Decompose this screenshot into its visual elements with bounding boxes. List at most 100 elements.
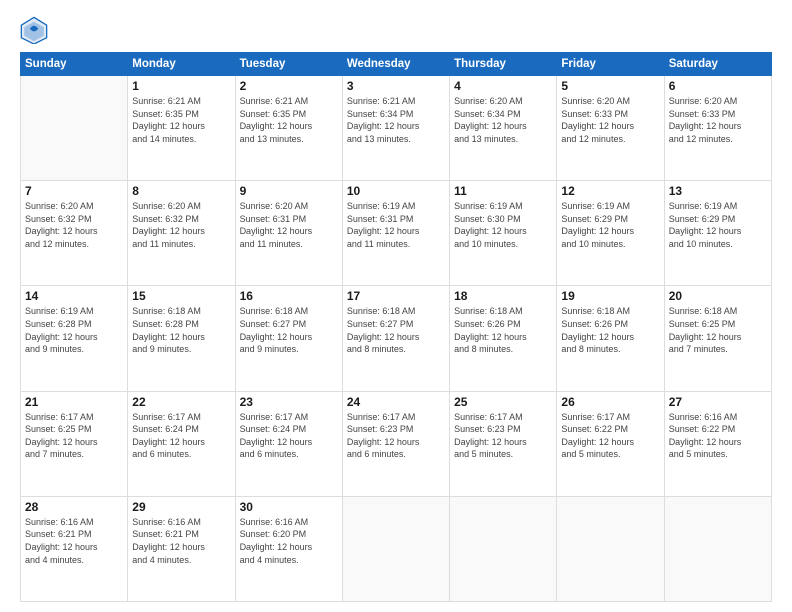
day-info: Sunrise: 6:20 AMSunset: 6:32 PMDaylight:… bbox=[25, 200, 123, 250]
day-number: 17 bbox=[347, 289, 445, 303]
day-number: 14 bbox=[25, 289, 123, 303]
calendar-cell: 12 Sunrise: 6:19 AMSunset: 6:29 PMDayligh… bbox=[557, 181, 664, 286]
calendar-cell: 22 Sunrise: 6:17 AMSunset: 6:24 PMDayligh… bbox=[128, 391, 235, 496]
day-number: 12 bbox=[561, 184, 659, 198]
day-number: 24 bbox=[347, 395, 445, 409]
day-info: Sunrise: 6:17 AMSunset: 6:22 PMDaylight:… bbox=[561, 411, 659, 461]
calendar-cell: 3 Sunrise: 6:21 AMSunset: 6:34 PMDaylight… bbox=[342, 76, 449, 181]
day-info: Sunrise: 6:18 AMSunset: 6:26 PMDaylight:… bbox=[454, 305, 552, 355]
day-info: Sunrise: 6:20 AMSunset: 6:31 PMDaylight:… bbox=[240, 200, 338, 250]
calendar-cell: 11 Sunrise: 6:19 AMSunset: 6:30 PMDayligh… bbox=[450, 181, 557, 286]
day-info: Sunrise: 6:19 AMSunset: 6:29 PMDaylight:… bbox=[561, 200, 659, 250]
day-number: 7 bbox=[25, 184, 123, 198]
day-info: Sunrise: 6:17 AMSunset: 6:24 PMDaylight:… bbox=[240, 411, 338, 461]
day-number: 18 bbox=[454, 289, 552, 303]
weekday-friday: Friday bbox=[557, 53, 664, 76]
day-number: 25 bbox=[454, 395, 552, 409]
weekday-monday: Monday bbox=[128, 53, 235, 76]
day-info: Sunrise: 6:17 AMSunset: 6:25 PMDaylight:… bbox=[25, 411, 123, 461]
logo bbox=[20, 16, 52, 44]
day-number: 3 bbox=[347, 79, 445, 93]
day-number: 5 bbox=[561, 79, 659, 93]
calendar-cell: 27 Sunrise: 6:16 AMSunset: 6:22 PMDayligh… bbox=[664, 391, 771, 496]
calendar-cell: 16 Sunrise: 6:18 AMSunset: 6:27 PMDayligh… bbox=[235, 286, 342, 391]
day-number: 15 bbox=[132, 289, 230, 303]
day-info: Sunrise: 6:19 AMSunset: 6:30 PMDaylight:… bbox=[454, 200, 552, 250]
calendar-cell: 6 Sunrise: 6:20 AMSunset: 6:33 PMDaylight… bbox=[664, 76, 771, 181]
calendar-cell: 17 Sunrise: 6:18 AMSunset: 6:27 PMDayligh… bbox=[342, 286, 449, 391]
day-number: 13 bbox=[669, 184, 767, 198]
day-info: Sunrise: 6:18 AMSunset: 6:27 PMDaylight:… bbox=[347, 305, 445, 355]
day-number: 27 bbox=[669, 395, 767, 409]
calendar-table: SundayMondayTuesdayWednesdayThursdayFrid… bbox=[20, 52, 772, 602]
day-number: 26 bbox=[561, 395, 659, 409]
day-info: Sunrise: 6:19 AMSunset: 6:31 PMDaylight:… bbox=[347, 200, 445, 250]
calendar-cell bbox=[342, 496, 449, 601]
calendar-cell: 9Sunrise: 6:20 AMSunset: 6:31 PMDaylight… bbox=[235, 181, 342, 286]
calendar-cell: 1 Sunrise: 6:21 AMSunset: 6:35 PMDaylight… bbox=[128, 76, 235, 181]
day-info: Sunrise: 6:20 AMSunset: 6:34 PMDaylight:… bbox=[454, 95, 552, 145]
day-number: 1 bbox=[132, 79, 230, 93]
calendar-cell: 4 Sunrise: 6:20 AMSunset: 6:34 PMDaylight… bbox=[450, 76, 557, 181]
day-info: Sunrise: 6:18 AMSunset: 6:25 PMDaylight:… bbox=[669, 305, 767, 355]
day-number: 21 bbox=[25, 395, 123, 409]
weekday-wednesday: Wednesday bbox=[342, 53, 449, 76]
day-number: 20 bbox=[669, 289, 767, 303]
day-number: 16 bbox=[240, 289, 338, 303]
week-row-1: 1 Sunrise: 6:21 AMSunset: 6:35 PMDaylight… bbox=[21, 76, 772, 181]
calendar-cell: 25 Sunrise: 6:17 AMSunset: 6:23 PMDayligh… bbox=[450, 391, 557, 496]
calendar-cell: 13 Sunrise: 6:19 AMSunset: 6:29 PMDayligh… bbox=[664, 181, 771, 286]
day-number: 6 bbox=[669, 79, 767, 93]
logo-icon bbox=[20, 16, 48, 44]
day-info: Sunrise: 6:21 AMSunset: 6:35 PMDaylight:… bbox=[132, 95, 230, 145]
week-row-3: 14Sunrise: 6:19 AMSunset: 6:28 PMDayligh… bbox=[21, 286, 772, 391]
calendar-cell: 8Sunrise: 6:20 AMSunset: 6:32 PMDaylight… bbox=[128, 181, 235, 286]
day-info: Sunrise: 6:18 AMSunset: 6:27 PMDaylight:… bbox=[240, 305, 338, 355]
day-info: Sunrise: 6:16 AMSunset: 6:20 PMDaylight:… bbox=[240, 516, 338, 566]
day-info: Sunrise: 6:17 AMSunset: 6:23 PMDaylight:… bbox=[347, 411, 445, 461]
calendar-cell: 19 Sunrise: 6:18 AMSunset: 6:26 PMDayligh… bbox=[557, 286, 664, 391]
day-number: 4 bbox=[454, 79, 552, 93]
day-number: 30 bbox=[240, 500, 338, 514]
day-info: Sunrise: 6:17 AMSunset: 6:23 PMDaylight:… bbox=[454, 411, 552, 461]
calendar-cell: 2Sunrise: 6:21 AMSunset: 6:35 PMDaylight… bbox=[235, 76, 342, 181]
day-info: Sunrise: 6:20 AMSunset: 6:33 PMDaylight:… bbox=[669, 95, 767, 145]
day-info: Sunrise: 6:18 AMSunset: 6:26 PMDaylight:… bbox=[561, 305, 659, 355]
calendar-cell: 26 Sunrise: 6:17 AMSunset: 6:22 PMDayligh… bbox=[557, 391, 664, 496]
calendar-cell: 28 Sunrise: 6:16 AMSunset: 6:21 PMDayligh… bbox=[21, 496, 128, 601]
day-info: Sunrise: 6:18 AMSunset: 6:28 PMDaylight:… bbox=[132, 305, 230, 355]
calendar-cell: 23 Sunrise: 6:17 AMSunset: 6:24 PMDayligh… bbox=[235, 391, 342, 496]
calendar-cell: 14Sunrise: 6:19 AMSunset: 6:28 PMDayligh… bbox=[21, 286, 128, 391]
day-number: 10 bbox=[347, 184, 445, 198]
header bbox=[20, 16, 772, 44]
calendar-cell: 18 Sunrise: 6:18 AMSunset: 6:26 PMDayligh… bbox=[450, 286, 557, 391]
calendar-cell: 21 Sunrise: 6:17 AMSunset: 6:25 PMDayligh… bbox=[21, 391, 128, 496]
day-info: Sunrise: 6:16 AMSunset: 6:21 PMDaylight:… bbox=[132, 516, 230, 566]
day-number: 11 bbox=[454, 184, 552, 198]
calendar-cell: 29 Sunrise: 6:16 AMSunset: 6:21 PMDayligh… bbox=[128, 496, 235, 601]
day-info: Sunrise: 6:20 AMSunset: 6:33 PMDaylight:… bbox=[561, 95, 659, 145]
day-info: Sunrise: 6:17 AMSunset: 6:24 PMDaylight:… bbox=[132, 411, 230, 461]
page: SundayMondayTuesdayWednesdayThursdayFrid… bbox=[0, 0, 792, 612]
day-info: Sunrise: 6:16 AMSunset: 6:21 PMDaylight:… bbox=[25, 516, 123, 566]
day-info: Sunrise: 6:16 AMSunset: 6:22 PMDaylight:… bbox=[669, 411, 767, 461]
day-number: 22 bbox=[132, 395, 230, 409]
day-info: Sunrise: 6:21 AMSunset: 6:34 PMDaylight:… bbox=[347, 95, 445, 145]
calendar-cell: 15 Sunrise: 6:18 AMSunset: 6:28 PMDayligh… bbox=[128, 286, 235, 391]
calendar-cell bbox=[557, 496, 664, 601]
day-number: 19 bbox=[561, 289, 659, 303]
calendar-cell: 7 Sunrise: 6:20 AMSunset: 6:32 PMDaylight… bbox=[21, 181, 128, 286]
day-number: 28 bbox=[25, 500, 123, 514]
week-row-5: 28 Sunrise: 6:16 AMSunset: 6:21 PMDayligh… bbox=[21, 496, 772, 601]
calendar-cell: 10 Sunrise: 6:19 AMSunset: 6:31 PMDayligh… bbox=[342, 181, 449, 286]
day-number: 23 bbox=[240, 395, 338, 409]
day-info: Sunrise: 6:19 AMSunset: 6:29 PMDaylight:… bbox=[669, 200, 767, 250]
weekday-tuesday: Tuesday bbox=[235, 53, 342, 76]
weekday-header-row: SundayMondayTuesdayWednesdayThursdayFrid… bbox=[21, 53, 772, 76]
day-number: 2 bbox=[240, 79, 338, 93]
calendar-cell: 5 Sunrise: 6:20 AMSunset: 6:33 PMDaylight… bbox=[557, 76, 664, 181]
calendar-cell bbox=[664, 496, 771, 601]
calendar-cell bbox=[450, 496, 557, 601]
day-number: 29 bbox=[132, 500, 230, 514]
weekday-saturday: Saturday bbox=[664, 53, 771, 76]
